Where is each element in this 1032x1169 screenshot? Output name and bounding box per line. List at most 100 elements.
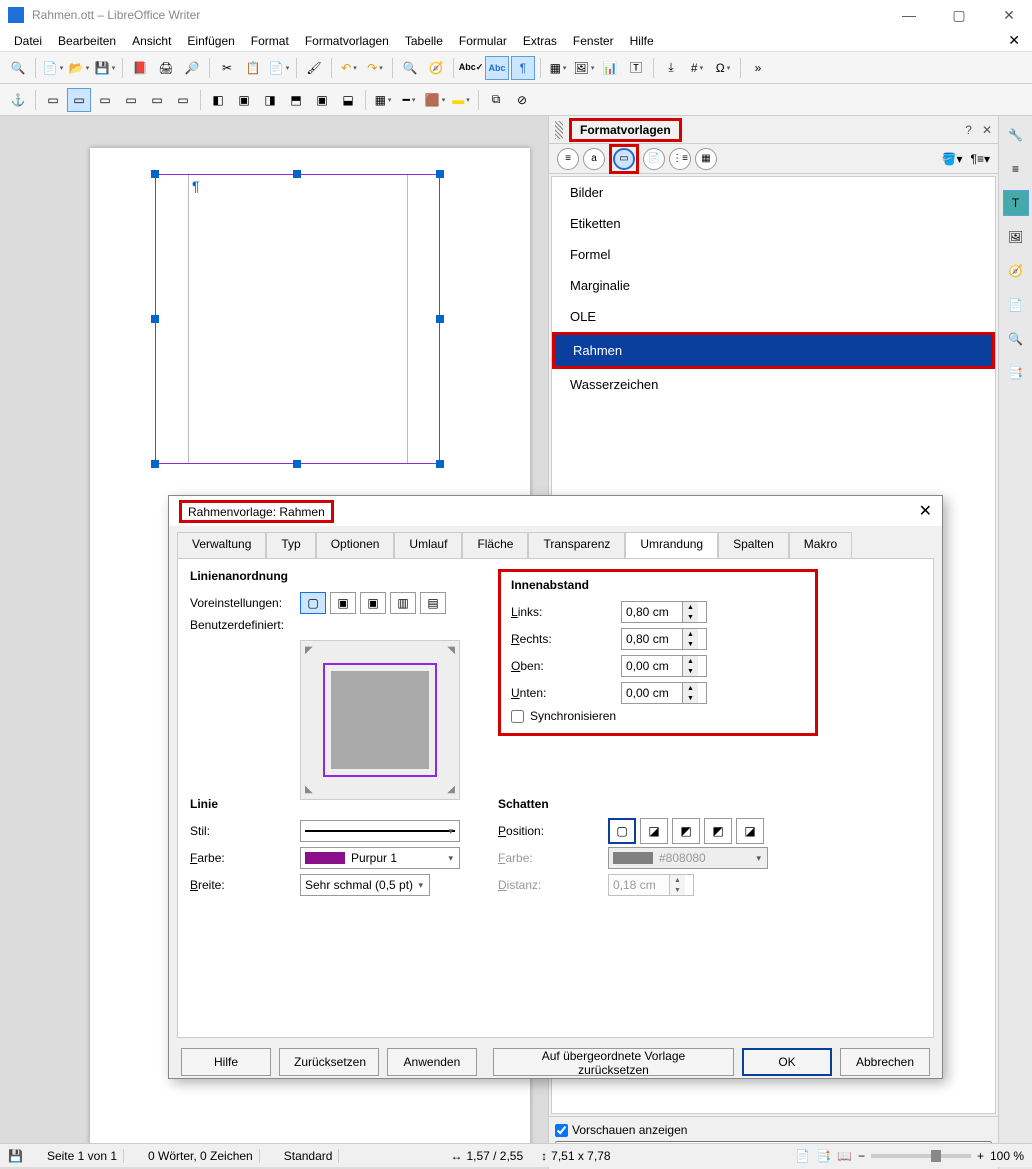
tab-transparenz[interactable]: Transparenz (528, 532, 625, 558)
word-count[interactable]: 0 Wörter, 0 Zeichen (142, 1149, 260, 1163)
menu-formular[interactable]: Formular (451, 32, 515, 50)
close-button[interactable]: ✕ (994, 7, 1024, 24)
new-style-icon[interactable]: ¶≡▾ (971, 152, 990, 166)
breite-combo[interactable]: Sehr schmal (0,5 pt) (300, 874, 430, 896)
wrap-left-icon[interactable]: ▭ (119, 88, 143, 112)
align-left-icon[interactable]: ◧ (206, 88, 230, 112)
zoom-value[interactable]: 100 % (990, 1149, 1024, 1163)
chart-icon[interactable]: 📊 (598, 56, 622, 80)
style-bilder[interactable]: Bilder (552, 177, 995, 208)
wrap-optimal-icon[interactable]: ▭ (93, 88, 117, 112)
wrap-off-icon[interactable]: ▭ (41, 88, 65, 112)
handle-br[interactable] (436, 460, 444, 468)
wrap-through-icon[interactable]: ▭ (171, 88, 195, 112)
menu-fenster[interactable]: Fenster (565, 32, 622, 50)
align-bottom-icon[interactable]: ⬓ (336, 88, 360, 112)
align-right-icon[interactable]: ◨ (258, 88, 282, 112)
preset-shadow-icon[interactable]: ▣ (360, 592, 386, 614)
zoom-slider[interactable] (871, 1154, 971, 1158)
open-icon[interactable]: 📂 (67, 56, 91, 80)
border-icon[interactable]: ▦ (371, 88, 395, 112)
handle-tr[interactable] (436, 170, 444, 178)
paintbrush-icon[interactable]: 🖌 (302, 56, 326, 80)
style-ole[interactable]: OLE (552, 301, 995, 332)
shadow-br-icon[interactable]: ◪ (640, 818, 668, 844)
frame-styles-icon[interactable]: ▭ (613, 148, 635, 170)
spellcheck-icon[interactable]: Abc✓ (459, 56, 483, 80)
sidebar-close-icon[interactable]: ✕ (982, 123, 992, 137)
sidebar-grip-icon[interactable] (555, 121, 563, 139)
menu-ansicht[interactable]: Ansicht (124, 32, 179, 50)
border-preview[interactable]: ◤ ◥ ◣ ◢ (300, 640, 460, 800)
handle-ml[interactable] (151, 315, 159, 323)
style-wasserzeichen[interactable]: Wasserzeichen (552, 369, 995, 400)
oben-spinner[interactable]: ▲▼ (621, 655, 707, 677)
new-doc-icon[interactable]: 📄 (41, 56, 65, 80)
menu-einfuegen[interactable]: Einfügen (179, 32, 242, 50)
deck-gallery-icon[interactable]: 🖼 (1003, 224, 1029, 250)
shadow-bl-icon[interactable]: ◩ (704, 818, 732, 844)
deck-navigator-icon[interactable]: 🧭 (1003, 258, 1029, 284)
sync-checkbox[interactable]: Synchronisieren (511, 709, 805, 723)
menu-tabelle[interactable]: Tabelle (397, 32, 451, 50)
show-preview-checkbox[interactable]: Vorschauen anzeigen (555, 1123, 992, 1137)
border-color-icon[interactable]: 🟫 (423, 88, 447, 112)
zuruecksetzen-button[interactable]: Zurücksetzen (279, 1048, 379, 1076)
list-styles-icon[interactable]: ⋮≡ (669, 148, 691, 170)
tab-makro[interactable]: Makro (789, 532, 852, 558)
rechts-spinner[interactable]: ▲▼ (621, 628, 707, 650)
hilfe-button[interactable]: Hilfe (181, 1048, 271, 1076)
table-styles-icon[interactable]: ▦ (695, 148, 717, 170)
tab-verwaltung[interactable]: Verwaltung (177, 532, 266, 558)
preset-none-icon[interactable]: ▢ (300, 592, 326, 614)
find-icon[interactable]: 🔍 (398, 56, 422, 80)
wrap-right-icon[interactable]: ▭ (145, 88, 169, 112)
textbox-icon[interactable]: 🅃 (624, 56, 648, 80)
deck-styles-icon[interactable]: T (1003, 190, 1029, 216)
ok-button[interactable]: OK (742, 1048, 832, 1076)
style-etiketten[interactable]: Etiketten (552, 208, 995, 239)
tab-umrandung[interactable]: Umrandung (625, 532, 718, 558)
zoom-in-icon[interactable]: + (977, 1149, 984, 1163)
dialog-close-icon[interactable]: ✕ (919, 501, 932, 521)
find-replace-icon[interactable]: 🔍 (6, 56, 30, 80)
deck-manage-icon[interactable]: 📑 (1003, 360, 1029, 386)
page-break-icon[interactable]: ⤓ (659, 56, 683, 80)
handle-mr[interactable] (436, 315, 444, 323)
tab-typ[interactable]: Typ (266, 532, 315, 558)
unlink-frames-icon[interactable]: ⊘ (510, 88, 534, 112)
save-icon[interactable]: 💾 (93, 56, 117, 80)
menu-bearbeiten[interactable]: Bearbeiten (50, 32, 124, 50)
paragraph-styles-icon[interactable]: ≡ (557, 148, 579, 170)
preset-tb-icon[interactable]: ▤ (420, 592, 446, 614)
anwenden-button[interactable]: Anwenden (387, 1048, 477, 1076)
tab-flaeche[interactable]: Fläche (462, 532, 528, 558)
align-center-h-icon[interactable]: ▣ (232, 88, 256, 112)
minimize-button[interactable]: — (894, 7, 924, 24)
deck-page-icon[interactable]: 📄 (1003, 292, 1029, 318)
tab-optionen[interactable]: Optionen (316, 532, 395, 558)
view-book-icon[interactable]: 📖 (837, 1149, 852, 1163)
parent-reset-button[interactable]: Auf übergeordnete Vorlage zurücksetzen (493, 1048, 734, 1076)
table-insert-icon[interactable]: ▦ (546, 56, 570, 80)
align-top-icon[interactable]: ⬒ (284, 88, 308, 112)
tab-umlauf[interactable]: Umlauf (394, 532, 462, 558)
character-styles-icon[interactable]: a (583, 148, 605, 170)
autospellcheck-icon[interactable]: Abc (485, 56, 509, 80)
links-spinner[interactable]: ▲▼ (621, 601, 707, 623)
page-style-status[interactable]: Standard (278, 1149, 340, 1163)
style-formel[interactable]: Formel (552, 239, 995, 270)
preset-lr-icon[interactable]: ▥ (390, 592, 416, 614)
copy-icon[interactable]: 📋 (241, 56, 265, 80)
stil-combo[interactable] (300, 820, 460, 842)
abbrechen-button[interactable]: Abbrechen (840, 1048, 930, 1076)
deck-properties-icon[interactable]: ≡ (1003, 156, 1029, 182)
unten-spinner[interactable]: ▲▼ (621, 682, 707, 704)
align-center-v-icon[interactable]: ▣ (310, 88, 334, 112)
tab-spalten[interactable]: Spalten (718, 532, 789, 558)
handle-bm[interactable] (293, 460, 301, 468)
export-pdf-icon[interactable]: 📕 (128, 56, 152, 80)
page-status[interactable]: Seite 1 von 1 (41, 1149, 124, 1163)
print-preview-icon[interactable]: 🔎 (180, 56, 204, 80)
page-styles-icon[interactable]: 📄 (643, 148, 665, 170)
